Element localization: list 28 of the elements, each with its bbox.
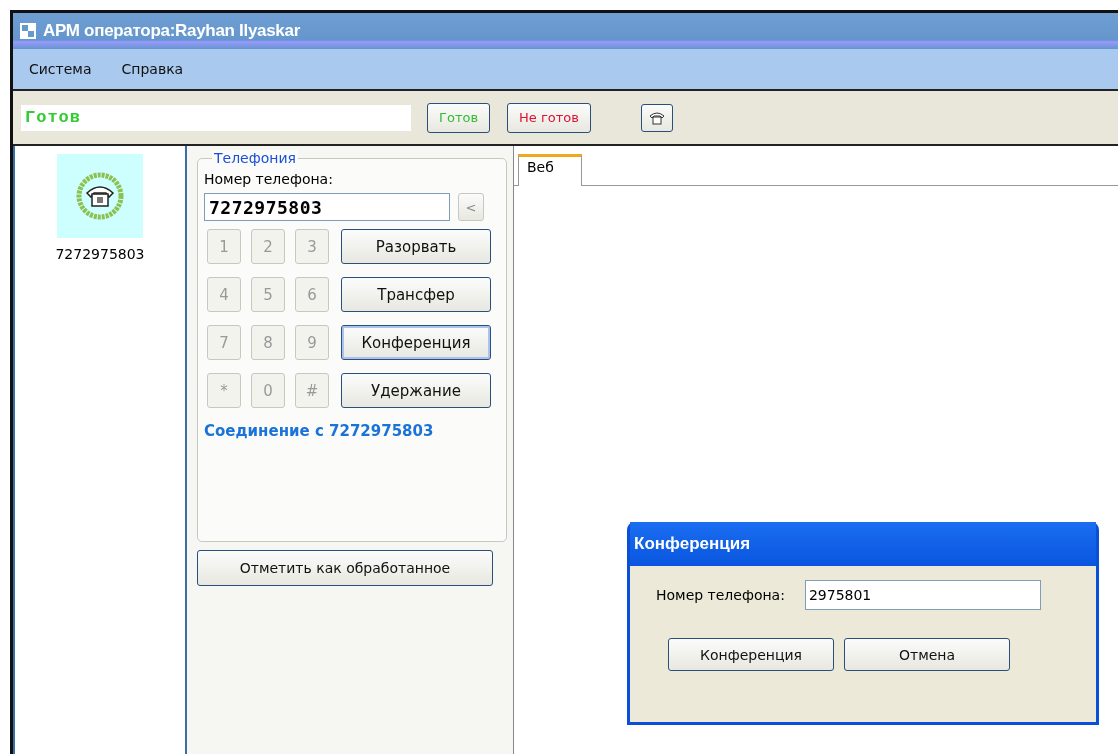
phone-icon — [75, 171, 125, 221]
action-button[interactable]: Конференция — [341, 325, 491, 360]
menu-item[interactable]: Справка — [121, 61, 184, 77]
window-title: АРМ оператора:Rayhan Ilyaskar — [43, 21, 300, 41]
connection-status: Соединение с 7272975803 — [204, 422, 435, 440]
dialog-button[interactable]: Конференция — [668, 638, 834, 671]
status-field: Готов — [21, 104, 411, 131]
dialog-title: Конференция — [630, 522, 1096, 566]
backspace-button[interactable]: < — [458, 193, 484, 221]
phone-number-field[interactable]: 7272975803 — [204, 193, 450, 221]
phone-number-field[interactable]: 2975801 — [804, 580, 1041, 610]
call-number: 7272975803 — [55, 246, 145, 262]
phone-button[interactable] — [640, 103, 673, 132]
action-button[interactable]: Трансфер — [341, 277, 491, 312]
window-icon — [19, 22, 37, 40]
dialog-button[interactable]: Отмена — [844, 638, 1010, 671]
action-button[interactable]: Удержание — [341, 373, 491, 408]
group-title: Телефония — [212, 150, 298, 166]
status-button[interactable]: Не готов — [507, 102, 591, 133]
phone-icon — [648, 110, 665, 125]
mark-processed-button[interactable]: Отметить как обработанное — [197, 550, 493, 586]
field-label: Номер телефона: — [204, 171, 334, 187]
action-button[interactable]: Разорвать — [341, 229, 491, 264]
menu-item[interactable]: Система — [29, 61, 92, 77]
tab[interactable]: Веб — [518, 154, 582, 186]
call-tile[interactable] — [57, 154, 143, 238]
status-button[interactable]: Готов — [427, 102, 491, 133]
field-label: Номер телефона: — [656, 587, 785, 603]
